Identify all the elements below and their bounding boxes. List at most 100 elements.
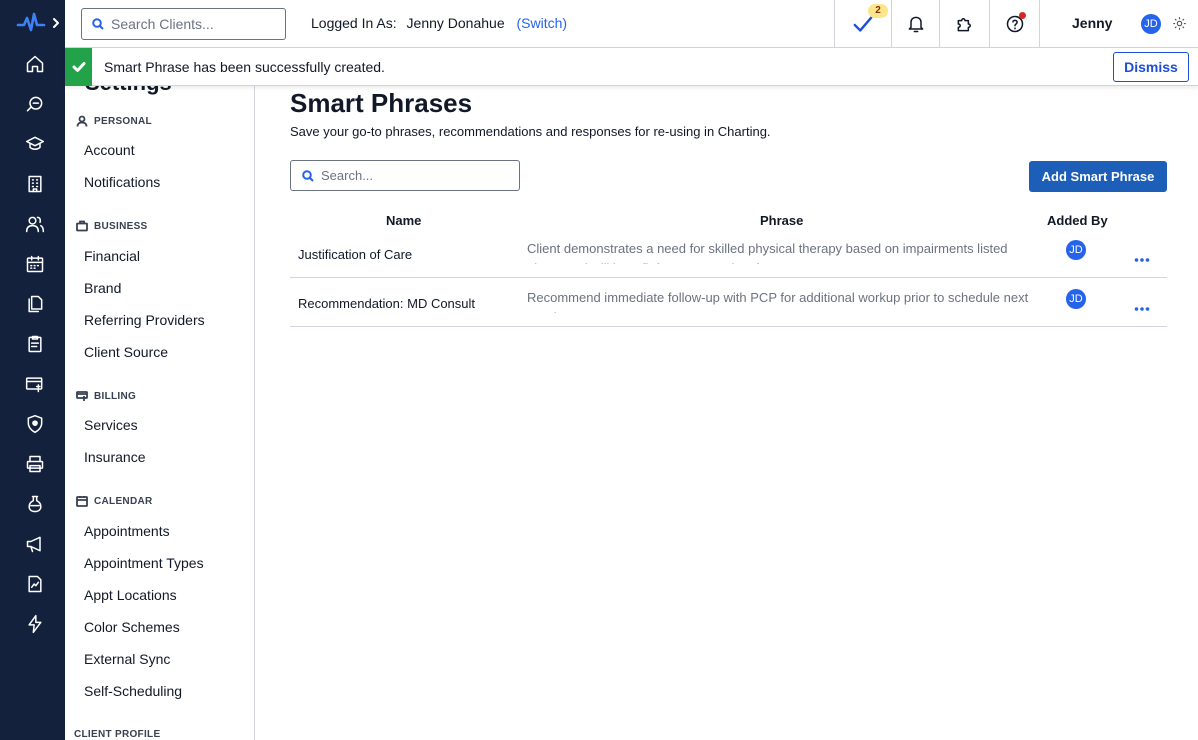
help-alert-dot: [1019, 12, 1026, 19]
sidebar-item-appointments[interactable]: Appointments: [84, 523, 170, 539]
main-content: Smart Phrases Save your go-to phrases, r…: [255, 48, 1198, 740]
section-business: BUSINESS: [76, 220, 148, 232]
sidebar-item-appt-locations[interactable]: Appt Locations: [84, 587, 177, 603]
app-logo-icon[interactable]: [16, 10, 46, 36]
nav-clients[interactable]: [22, 211, 48, 237]
user-name: Jenny: [1072, 15, 1113, 31]
sidebar-item-external-sync[interactable]: External Sync: [84, 651, 170, 667]
expand-rail-icon[interactable]: [50, 15, 62, 31]
nav-lab[interactable]: [22, 491, 48, 517]
nav-billing[interactable]: [22, 371, 48, 397]
section-heading: PERSONAL: [94, 115, 152, 127]
sidebar-item-color-schemes[interactable]: Color Schemes: [84, 619, 180, 635]
switch-user-link[interactable]: (Switch): [517, 15, 568, 31]
users-icon: [25, 216, 45, 233]
search-chat-icon: [26, 96, 43, 112]
person-icon: [76, 115, 88, 127]
phrase-name[interactable]: Justification of Care: [298, 247, 412, 262]
puzzle-icon: [957, 17, 971, 31]
calendar-icon: [26, 255, 44, 273]
nav-print[interactable]: [22, 451, 48, 477]
success-toast: Smart Phrase has been successfully creat…: [65, 48, 1198, 86]
phrase-text: Client demonstrates a need for skilled p…: [527, 241, 1008, 264]
sidebar-item-appointment-types[interactable]: Appointment Types: [84, 555, 204, 571]
avatar[interactable]: JD: [1141, 14, 1161, 34]
client-search-input[interactable]: [111, 16, 281, 32]
sidebar-item-insurance[interactable]: Insurance: [84, 449, 145, 465]
avatar: JD: [1066, 240, 1086, 260]
shield-icon: [27, 414, 43, 434]
phrase-name[interactable]: Recommendation: MD Consult: [298, 296, 475, 311]
section-personal: PERSONAL: [76, 115, 152, 127]
column-header-added-by[interactable]: Added By: [1047, 213, 1108, 228]
logged-in-user: Jenny Donahue: [406, 15, 505, 31]
sidebar-item-services[interactable]: Services: [84, 417, 138, 433]
section-heading: BUSINESS: [94, 220, 148, 232]
column-header-phrase[interactable]: Phrase: [760, 213, 803, 228]
phrase-search-box[interactable]: [290, 160, 520, 191]
megaphone-icon: [26, 536, 41, 553]
integrations-button[interactable]: [939, 0, 989, 47]
nav-marketing[interactable]: [22, 531, 48, 557]
nav-charting[interactable]: [22, 331, 48, 357]
page-subtitle: Save your go-to phrases, recommendations…: [290, 124, 771, 139]
nav-home[interactable]: [22, 51, 48, 77]
more-options-icon[interactable]: [1134, 299, 1150, 311]
tasks-count-badge: 2: [868, 4, 888, 18]
ellipsis-icon: [1134, 258, 1150, 262]
nav-reports[interactable]: [22, 571, 48, 597]
section-heading: CALENDAR: [94, 495, 153, 507]
sidebar-item-referring-providers[interactable]: Referring Providers: [84, 312, 205, 328]
help-button[interactable]: [989, 0, 1039, 47]
ellipsis-icon: [1134, 307, 1150, 311]
dismiss-button[interactable]: Dismiss: [1113, 52, 1189, 82]
section-heading: CLIENT PROFILE: [74, 729, 161, 740]
search-icon: [92, 18, 104, 30]
phrase-text: Recommend immediate follow-up with PCP f…: [527, 290, 1029, 313]
section-heading: BILLING: [94, 390, 137, 402]
client-search-box[interactable]: [81, 8, 286, 40]
sidebar-item-account[interactable]: Account: [84, 142, 135, 158]
report-chart-icon: [28, 575, 42, 593]
sidebar-item-self-scheduling[interactable]: Self-Scheduling: [84, 683, 182, 699]
settings-sidebar: Settings PERSONAL Account Notifications …: [65, 48, 255, 740]
nav-automations[interactable]: [22, 611, 48, 637]
column-header-name[interactable]: Name: [386, 213, 421, 228]
documents-icon: [28, 295, 43, 313]
phrase-search-input[interactable]: [321, 168, 511, 183]
table-row[interactable]: Justification of Care Client demonstrate…: [290, 229, 1167, 278]
search-icon: [302, 169, 314, 182]
nav-messages[interactable]: [22, 91, 48, 117]
bell-icon: [908, 16, 923, 32]
notifications-button[interactable]: [891, 0, 939, 47]
sidebar-item-financial[interactable]: Financial: [84, 248, 140, 264]
section-client-profile: CLIENT PROFILE: [74, 729, 160, 740]
sidebar-item-client-source[interactable]: Client Source: [84, 344, 168, 360]
nav-insurance[interactable]: [22, 411, 48, 437]
section-billing: BILLING: [76, 390, 136, 402]
top-bar: Logged In As: Jenny Donahue (Switch) 2 J…: [65, 0, 1198, 48]
printer-icon: [26, 455, 44, 473]
table-row[interactable]: Recommendation: MD Consult Recommend imm…: [290, 278, 1167, 327]
nav-organization[interactable]: [22, 171, 48, 197]
logged-in-label: Logged In As:: [311, 15, 397, 31]
nav-education[interactable]: [22, 131, 48, 157]
sidebar-item-brand[interactable]: Brand: [84, 280, 121, 296]
flask-icon: [28, 495, 42, 513]
tasks-button[interactable]: 2: [834, 0, 891, 47]
billing-card-icon: [25, 377, 43, 393]
billing-icon: [76, 391, 88, 401]
nav-calendar[interactable]: [22, 251, 48, 277]
sidebar-item-notifications[interactable]: Notifications: [84, 174, 160, 190]
more-options-icon[interactable]: [1134, 250, 1150, 262]
page-title: Smart Phrases: [290, 88, 473, 118]
check-icon: [72, 62, 85, 72]
logged-in-info: Logged In As: Jenny Donahue (Switch): [311, 15, 567, 31]
user-menu[interactable]: Jenny JD: [1039, 0, 1198, 47]
gear-icon[interactable]: [1172, 16, 1187, 31]
avatar: JD: [1066, 289, 1086, 309]
nav-documents[interactable]: [22, 291, 48, 317]
graduation-cap-icon: [25, 136, 45, 150]
clipboard-icon: [28, 335, 42, 353]
add-smart-phrase-button[interactable]: Add Smart Phrase: [1029, 161, 1167, 192]
